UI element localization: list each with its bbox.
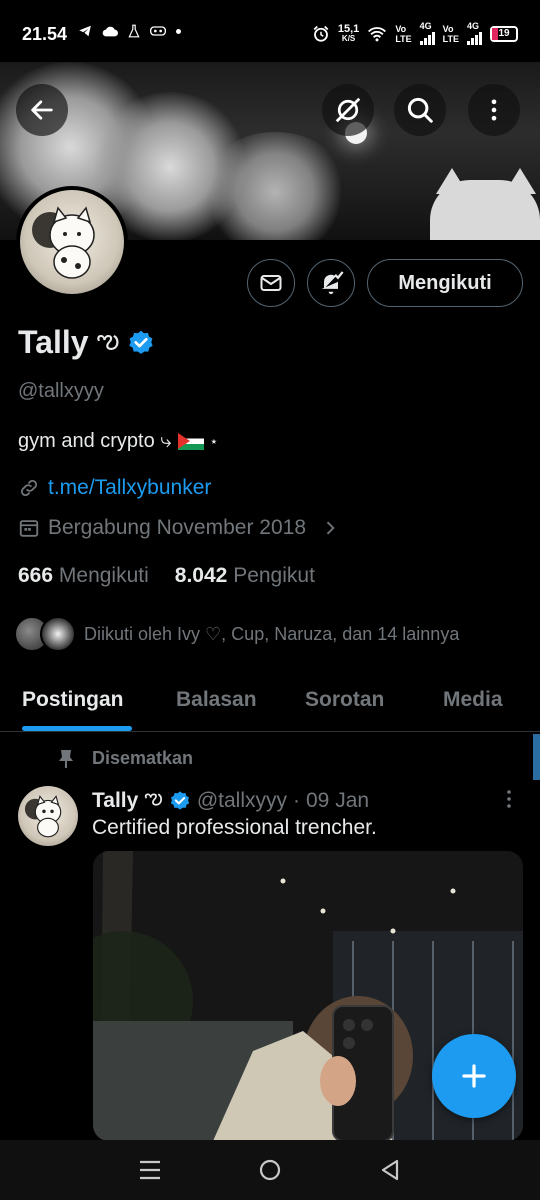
following-button[interactable]: Mengikuti: [367, 259, 523, 307]
alarm-icon: [313, 25, 329, 42]
triangle-back-icon: [381, 1159, 399, 1181]
sim2-label: Vo LTE: [442, 23, 459, 44]
following-count: 666: [18, 564, 54, 587]
cat-plush-illustration: [24, 795, 62, 838]
followers-stat[interactable]: 8.042 Pengikut: [175, 564, 315, 588]
pin-icon: [59, 749, 73, 768]
home-button[interactable]: [250, 1150, 290, 1190]
compose-post-button[interactable]: [432, 1034, 516, 1118]
post-more-button[interactable]: [503, 788, 515, 816]
sim1-signal: 4G: [419, 22, 435, 45]
joined-date: Bergabung November 2018: [48, 516, 307, 539]
cat-plush-illustration: [32, 206, 95, 279]
status-bar: 21.54 15,1 K/S Vo LTE 4G Vo LTE 4G 19: [0, 0, 540, 62]
search-button[interactable]: [394, 84, 446, 136]
banner-cat: [430, 180, 540, 240]
followers-count: 8.042: [174, 564, 228, 587]
post-author-handle: @tallxyyy: [196, 788, 287, 812]
profile-link[interactable]: t.me/Tallxybunker: [48, 476, 211, 500]
pinned-label-row: Disematkan: [58, 748, 193, 769]
followers-label: Pengikut: [233, 564, 315, 587]
post-date: 09 Jan: [306, 788, 370, 812]
signal-bars-icon: [467, 31, 482, 45]
profile-tabs: Postingan Balasan Sorotan Media: [0, 676, 540, 732]
post-separator: ·: [293, 788, 300, 812]
notification-icons: [78, 24, 181, 38]
search-icon: [407, 97, 433, 123]
flask-icon: [128, 24, 140, 38]
avatar: [40, 616, 76, 652]
post-header: Tally ఌ @tallxyyy · 09 Jan: [92, 786, 369, 815]
bio-text: gym and crypto ⤷: [18, 430, 172, 452]
calendar-icon: [19, 520, 39, 537]
active-tab-indicator: [22, 726, 132, 731]
system-indicators: 15,1 K/S Vo LTE 4G Vo LTE 4G 19: [312, 22, 518, 45]
battery-icon: 19: [490, 25, 518, 42]
post-author-name[interactable]: Tally: [92, 789, 138, 813]
wifi-icon: [368, 26, 387, 41]
tab-replies[interactable]: Balasan: [176, 688, 257, 712]
verified-badge-icon: [170, 790, 189, 810]
joined-row[interactable]: Bergabung November 2018: [18, 516, 340, 540]
following-stat[interactable]: 666 Mengikuti: [18, 564, 149, 588]
sim1-label: Vo LTE: [395, 23, 412, 44]
post-author-emoji: ఌ: [144, 786, 163, 809]
link-icon: [20, 479, 38, 497]
profile-avatar[interactable]: [16, 186, 128, 298]
system-navigation-bar: [0, 1140, 540, 1200]
bio-tail: ⋆: [209, 433, 219, 449]
verified-badge-icon[interactable]: [127, 329, 155, 357]
post-avatar[interactable]: [18, 786, 78, 846]
more-vertical-icon: [507, 790, 511, 808]
bell-check-icon: [321, 271, 344, 295]
post-text: Certified professional trencher.: [92, 816, 377, 839]
network-speed: 15,1 K/S: [337, 22, 360, 43]
back-nav-button[interactable]: [370, 1150, 410, 1190]
profile-name: Tally ఌ: [18, 324, 155, 361]
scroll-indicator[interactable]: [533, 734, 540, 780]
grok-button[interactable]: [322, 84, 374, 136]
profile-bio: gym and crypto ⤷ ⋆: [18, 430, 218, 453]
notifications-button[interactable]: [307, 259, 355, 307]
followed-by-row[interactable]: Diikuti oleh Ivy ♡, Cup, Naruza, dan 14 …: [14, 616, 459, 652]
clock: 21.54: [22, 24, 68, 44]
more-vertical-icon: [491, 99, 497, 121]
cloud-icon: [102, 26, 118, 37]
chevron-right-icon: [326, 521, 335, 535]
display-name: Tally: [18, 324, 89, 360]
grok-icon: [335, 97, 361, 123]
mail-icon: [260, 275, 282, 291]
more-options-button[interactable]: [468, 84, 520, 136]
follow-stats: 666 Mengikuti 8.042 Pengikut: [18, 564, 315, 588]
profile-handle: @tallxyyy: [18, 380, 104, 402]
arrow-left-icon: [31, 100, 53, 120]
palestine-flag-icon: [177, 433, 204, 450]
back-button[interactable]: [16, 84, 68, 136]
plus-icon: [462, 1064, 486, 1088]
mutual-avatars: [14, 616, 76, 652]
signal-bars-icon: [419, 31, 435, 45]
name-emoji: ఌ: [96, 324, 120, 354]
menu-icon: [140, 1160, 160, 1180]
tab-highlights[interactable]: Sorotan: [305, 688, 384, 712]
message-button[interactable]: [247, 259, 295, 307]
recents-button[interactable]: [130, 1150, 170, 1190]
home-circle-icon: [259, 1159, 281, 1181]
following-label: Mengikuti: [58, 564, 149, 587]
sim2-signal: 4G: [467, 22, 482, 45]
tab-posts[interactable]: Postingan: [22, 688, 124, 712]
tab-media[interactable]: Media: [443, 688, 503, 712]
dot-icon: [176, 28, 181, 34]
pinned-label: Disematkan: [92, 748, 194, 768]
followed-by-text: Diikuti oleh Ivy ♡, Cup, Naruza, dan 14 …: [84, 623, 460, 644]
banner-blossom: [200, 132, 350, 240]
game-icon: [150, 26, 166, 36]
avatar-image: [20, 190, 124, 294]
telegram-icon: [79, 25, 91, 37]
profile-link-row: t.me/Tallxybunker: [18, 476, 211, 500]
